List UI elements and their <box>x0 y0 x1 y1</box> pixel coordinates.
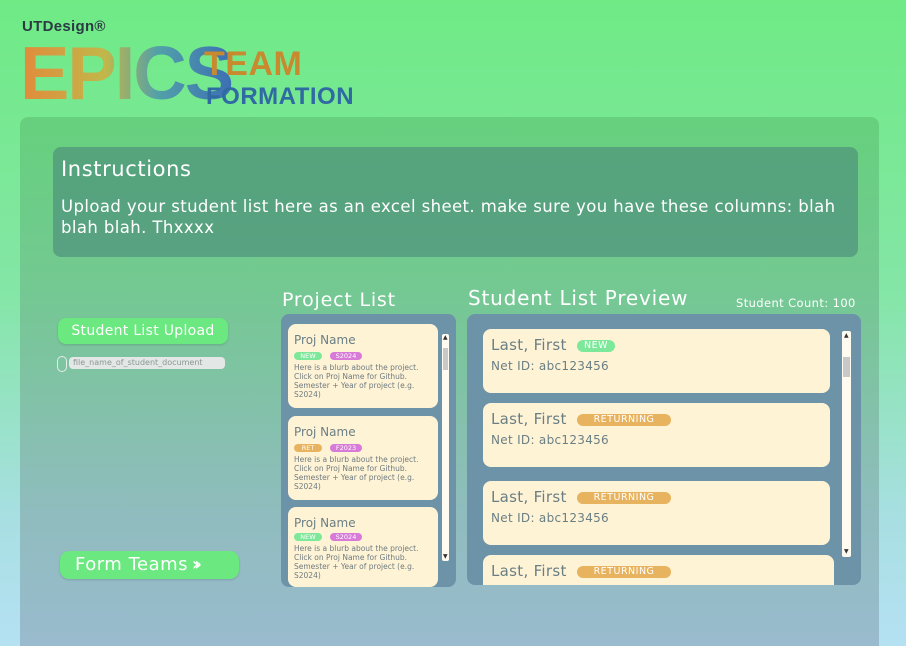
project-semester-badge: F2023 <box>330 444 362 452</box>
scroll-thumb[interactable] <box>443 348 448 370</box>
project-name-link[interactable]: Proj Name <box>294 333 356 347</box>
student-card[interactable]: Last, First NEW Net ID: abc123456 <box>483 329 830 393</box>
file-name-display: file_name_of_student_document <box>69 357 225 369</box>
project-name-link[interactable]: Proj Name <box>294 516 356 530</box>
student-card[interactable]: Last, First RETURNING Net ID: abc123456 <box>483 403 830 467</box>
project-card[interactable]: Proj Name NEW S2024 Here is a blurb abou… <box>288 507 438 587</box>
scroll-down-arrow-icon[interactable]: ▼ <box>443 554 448 560</box>
student-card[interactable]: Last, First RETURNING <box>483 555 834 585</box>
project-semester-badge: S2024 <box>330 352 362 360</box>
student-list-upload-button[interactable]: Student List Upload <box>58 318 228 344</box>
scroll-thumb[interactable] <box>843 357 850 377</box>
student-status-badge: RETURNING <box>577 414 671 426</box>
project-list-scrollbar[interactable]: ▲ ▼ <box>442 334 449 561</box>
student-count: Student Count: 100 <box>736 296 856 310</box>
project-blurb: Here is a blurb about the project. Click… <box>294 544 419 580</box>
logo-formation-text: FORMATION <box>206 83 355 110</box>
student-net-id: Net ID: abc123456 <box>491 433 609 447</box>
instructions-body: Upload your student list here as an exce… <box>61 197 836 237</box>
form-teams-label: Form Teams <box>75 554 189 575</box>
paperclip-icon <box>57 356 67 372</box>
project-status-badge: RET <box>294 444 322 452</box>
student-status-badge: RETURNING <box>577 566 671 578</box>
epics-logo: EPICS <box>20 30 234 116</box>
project-blurb: Here is a blurb about the project. Click… <box>294 363 419 399</box>
student-card[interactable]: Last, First RETURNING Net ID: abc123456 <box>483 481 830 545</box>
scroll-up-arrow-icon[interactable]: ▲ <box>844 333 849 339</box>
project-blurb: Here is a blurb about the project. Click… <box>294 455 419 491</box>
project-name-link[interactable]: Proj Name <box>294 425 356 439</box>
student-name: Last, First <box>491 488 567 506</box>
scroll-up-arrow-icon[interactable]: ▲ <box>443 335 448 341</box>
student-list-preview-title: Student List Preview <box>468 286 689 310</box>
form-teams-button[interactable]: Form Teams ›› <box>60 551 239 579</box>
project-status-badge: NEW <box>294 533 322 541</box>
student-list-scrollbar[interactable]: ▲ ▼ <box>842 331 851 557</box>
project-card[interactable]: Proj Name NEW S2024 Here is a blurb abou… <box>288 324 438 408</box>
instructions-title: Instructions <box>61 157 192 181</box>
project-card[interactable]: Proj Name RET F2023 Here is a blurb abou… <box>288 416 438 500</box>
logo-team-text: TEAM <box>204 45 303 83</box>
student-list-panel: Last, First NEW Net ID: abc123456 Last, … <box>467 314 861 585</box>
project-semester-badge: S2024 <box>330 533 362 541</box>
student-net-id: Net ID: abc123456 <box>491 359 609 373</box>
student-name: Last, First <box>491 410 567 428</box>
scroll-down-arrow-icon[interactable]: ▼ <box>844 549 849 555</box>
student-net-id: Net ID: abc123456 <box>491 511 609 525</box>
student-status-badge: RETURNING <box>577 492 671 504</box>
student-status-badge: NEW <box>577 340 615 352</box>
student-name: Last, First <box>491 336 567 354</box>
double-chevron-right-icon: ›› <box>192 554 202 575</box>
student-name: Last, First <box>491 562 567 580</box>
project-list-title: Project List <box>282 289 396 311</box>
project-list-panel: Proj Name NEW S2024 Here is a blurb abou… <box>281 314 456 587</box>
project-status-badge: NEW <box>294 352 322 360</box>
